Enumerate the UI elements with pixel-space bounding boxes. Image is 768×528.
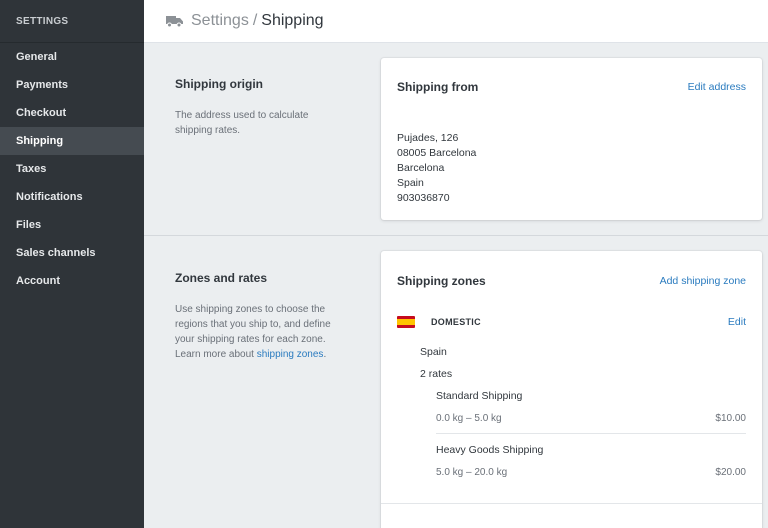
rate-name: Standard Shipping <box>436 390 523 402</box>
truck-icon <box>166 16 183 27</box>
edit-zone-link[interactable]: Edit <box>728 316 746 328</box>
edit-address-link[interactable]: Edit address <box>688 81 746 93</box>
address-line: Spain <box>397 177 424 189</box>
shipping-zones-link[interactable]: shipping zones <box>257 349 324 360</box>
breadcrumb-separator: / <box>252 12 258 29</box>
section-description: Use shipping zones to choose the regions… <box>175 302 340 362</box>
section-title: Zones and rates <box>175 271 268 285</box>
zone-name: DOMESTIC <box>431 317 481 327</box>
sidebar-item-checkout[interactable]: Checkout <box>0 99 144 127</box>
card-title: Shipping zones <box>397 274 486 288</box>
breadcrumb: Settings / Shipping <box>191 12 324 30</box>
rate-price: $20.00 <box>715 467 746 478</box>
sidebar-item-taxes[interactable]: Taxes <box>0 155 144 183</box>
sidebar-header: SETTINGS <box>0 0 144 43</box>
sidebar-item-account[interactable]: Account <box>0 267 144 295</box>
sidebar: SETTINGS General Payments Checkout Shipp… <box>0 0 144 528</box>
spain-flag-icon <box>397 316 415 328</box>
rate-range: 5.0 kg – 20.0 kg <box>436 467 508 478</box>
zone-country: Spain <box>420 346 447 358</box>
address-line: 903036870 <box>397 192 450 204</box>
rate-price: $10.00 <box>715 413 746 424</box>
zones-rates-section: Zones and rates Use shipping zones to ch… <box>144 237 768 528</box>
shipping-from-card: Shipping from Edit address Pujades, 126 … <box>381 58 762 220</box>
sidebar-item-sales-channels[interactable]: Sales channels <box>0 239 144 267</box>
zone-rate-count: 2 rates <box>420 368 453 380</box>
breadcrumb-settings-link[interactable]: Settings <box>191 12 249 29</box>
shipping-origin-section: Shipping origin The address used to calc… <box>144 44 768 236</box>
rate-name: Heavy Goods Shipping <box>436 444 544 456</box>
rate-divider <box>436 433 746 434</box>
address-line: Barcelona <box>397 162 445 174</box>
sidebar-item-shipping[interactable]: Shipping <box>0 127 144 155</box>
shipping-zones-card: Shipping zones Add shipping zone DOMESTI… <box>381 251 762 528</box>
address-line: Pujades, 126 <box>397 132 459 144</box>
address-line: 08005 Barcelona <box>397 147 477 159</box>
sidebar-item-files[interactable]: Files <box>0 211 144 239</box>
card-divider <box>381 503 762 504</box>
sidebar-item-general[interactable]: General <box>0 43 144 71</box>
page-title: Shipping <box>261 12 324 29</box>
rate-range: 0.0 kg – 5.0 kg <box>436 413 502 424</box>
description-end: . <box>323 349 327 360</box>
section-description: The address used to calculate shipping r… <box>175 110 309 136</box>
section-title: Shipping origin <box>175 77 263 91</box>
sidebar-item-notifications[interactable]: Notifications <box>0 183 144 211</box>
card-title: Shipping from <box>397 80 479 94</box>
topbar: Settings / Shipping <box>144 0 768 43</box>
add-shipping-zone-link[interactable]: Add shipping zone <box>660 275 746 287</box>
sidebar-item-payments[interactable]: Payments <box>0 71 144 99</box>
